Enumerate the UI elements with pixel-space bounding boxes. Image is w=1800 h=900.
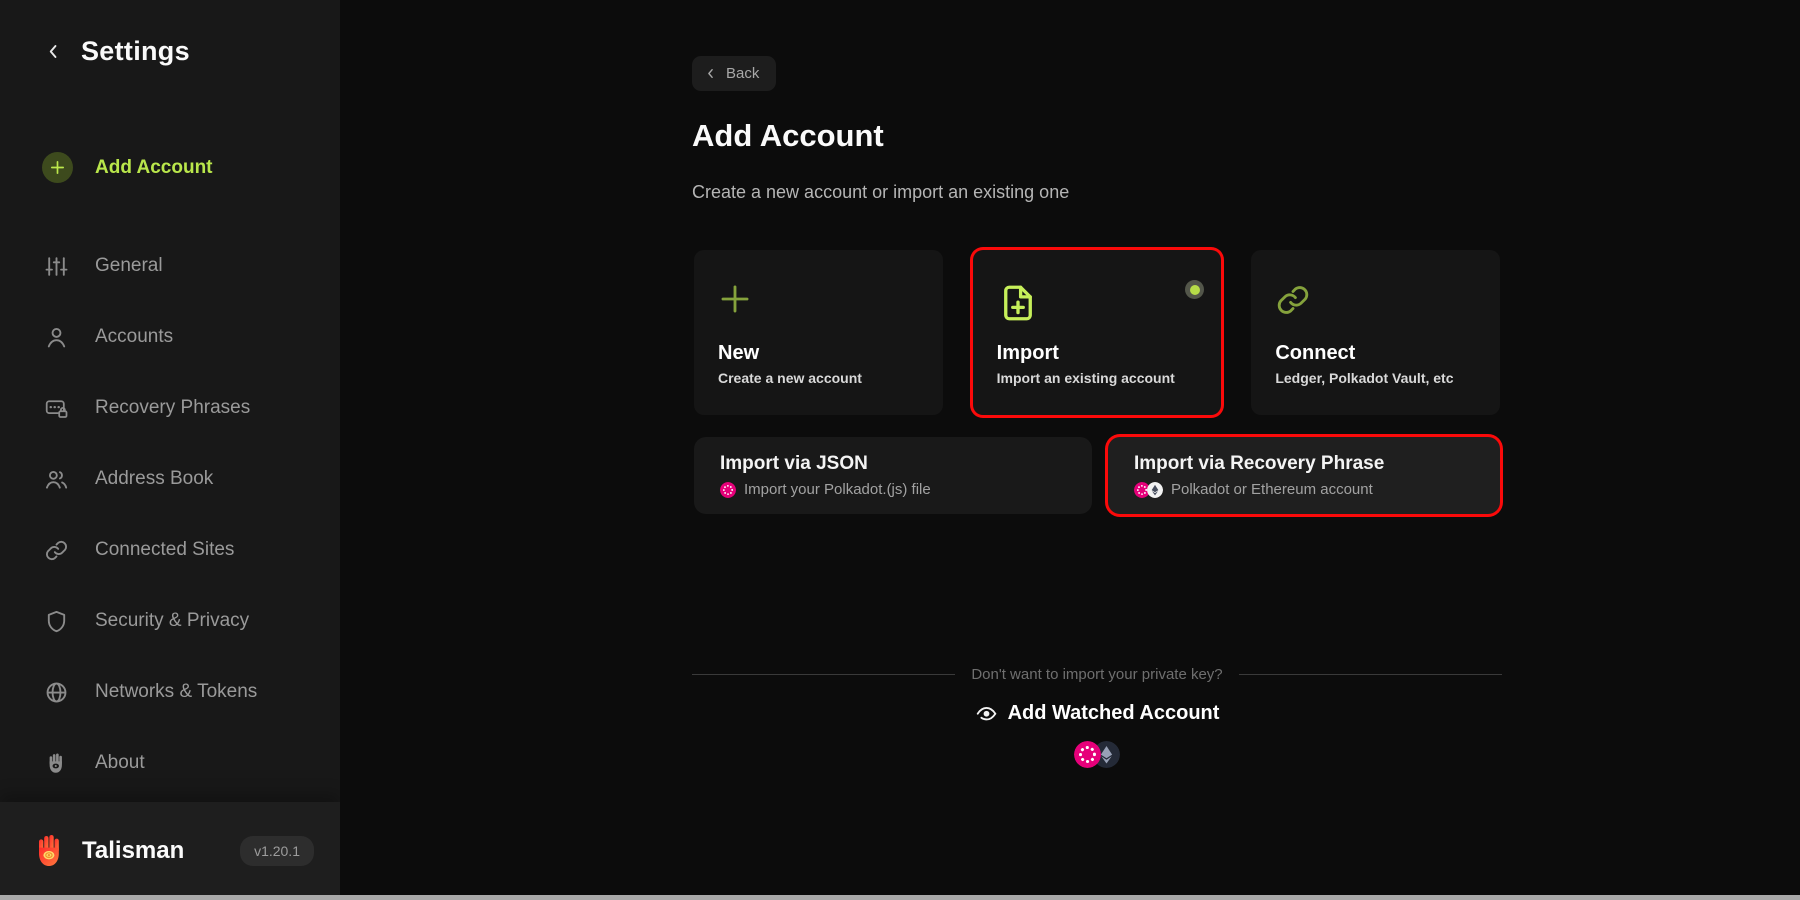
- sidebar-item-accounts[interactable]: Accounts: [44, 322, 257, 352]
- card-subtitle: Import an existing account: [997, 370, 1204, 386]
- sidebar-item-label: About: [95, 752, 145, 774]
- sidebar-item-about[interactable]: About: [44, 748, 257, 778]
- sidebar-item-label: Connected Sites: [95, 539, 234, 561]
- sidebar-item-label: Accounts: [95, 326, 173, 348]
- button-title: Import via Recovery Phrase: [1134, 453, 1384, 475]
- eye-icon: [975, 702, 998, 725]
- sidebar-item-security-privacy[interactable]: Security & Privacy: [44, 606, 257, 636]
- sidebar-menu: General Accounts Recovery Phrases Addres…: [44, 251, 257, 778]
- polkadot-icon: [1074, 741, 1101, 768]
- plus-icon: [718, 282, 925, 330]
- scrollbar-thumb[interactable]: [0, 895, 1800, 900]
- recovery-phrase-icon: [44, 396, 69, 421]
- sidebar-header: Settings: [44, 36, 190, 67]
- user-icon: [44, 325, 69, 350]
- add-watched-account-label: Add Watched Account: [1008, 702, 1220, 725]
- users-icon: [44, 467, 69, 492]
- card-title: New: [718, 342, 925, 365]
- card-new-account[interactable]: New Create a new account: [694, 250, 943, 415]
- ethereum-icon: [1147, 482, 1163, 498]
- sliders-icon: [44, 254, 69, 279]
- account-method-cards: New Create a new account Import Import a…: [694, 250, 1500, 415]
- supported-networks-icons: [692, 741, 1502, 768]
- sidebar: Settings Add Account General Accounts: [0, 0, 340, 900]
- page-subtitle: Create a new account or import an existi…: [692, 182, 1069, 203]
- divider-line: [692, 674, 955, 675]
- horizontal-scrollbar[interactable]: [0, 895, 1800, 900]
- import-via-json-button[interactable]: Import via JSON Import your Polkadot.(js…: [694, 437, 1092, 514]
- add-watched-account-button[interactable]: Add Watched Account: [692, 702, 1502, 725]
- card-subtitle: Ledger, Polkadot Vault, etc: [1275, 370, 1482, 386]
- shield-icon: [44, 609, 69, 634]
- brand-name: Talisman: [82, 837, 184, 865]
- chevron-left-icon: [704, 67, 717, 80]
- version-badge: v1.20.1: [240, 836, 314, 866]
- talisman-hand-icon: [44, 751, 69, 776]
- sidebar-item-label: General: [95, 255, 163, 277]
- card-title: Import: [997, 342, 1204, 365]
- sidebar-item-address-book[interactable]: Address Book: [44, 464, 257, 494]
- divider-text: Don't want to import your private key?: [971, 666, 1222, 683]
- sidebar-item-recovery-phrases[interactable]: Recovery Phrases: [44, 393, 257, 423]
- polkadot-icon: [720, 482, 736, 498]
- sidebar-item-label: Networks & Tokens: [95, 681, 257, 703]
- import-via-recovery-phrase-button[interactable]: Import via Recovery Phrase Polkadot or E…: [1108, 437, 1500, 514]
- globe-icon: [44, 680, 69, 705]
- divider-row: Don't want to import your private key?: [692, 666, 1502, 683]
- back-button-label: Back: [726, 65, 759, 82]
- sidebar-footer: Talisman v1.20.1: [0, 802, 340, 900]
- card-subtitle: Create a new account: [718, 370, 925, 386]
- button-subtitle-text: Import your Polkadot.(js) file: [744, 481, 931, 498]
- sidebar-item-label: Security & Privacy: [95, 610, 249, 632]
- sidebar-item-connected-sites[interactable]: Connected Sites: [44, 535, 257, 565]
- settings-title: Settings: [81, 36, 190, 67]
- button-subtitle: Polkadot or Ethereum account: [1134, 481, 1373, 498]
- button-subtitle-text: Polkadot or Ethereum account: [1171, 481, 1373, 498]
- sidebar-item-label: Address Book: [95, 468, 213, 490]
- sidebar-item-add-account[interactable]: Add Account: [42, 152, 213, 183]
- back-chevron-icon[interactable]: [44, 42, 63, 61]
- card-title: Connect: [1275, 342, 1482, 365]
- card-import-account[interactable]: Import Import an existing account: [973, 250, 1222, 415]
- file-plus-icon: [997, 282, 1204, 330]
- page-title: Add Account: [692, 118, 884, 154]
- sidebar-item-label: Recovery Phrases: [95, 397, 250, 419]
- link-icon: [44, 538, 69, 563]
- card-connect-account[interactable]: Connect Ledger, Polkadot Vault, etc: [1251, 250, 1500, 415]
- button-title: Import via JSON: [720, 453, 868, 475]
- divider-line: [1239, 674, 1502, 675]
- sidebar-item-general[interactable]: General: [44, 251, 257, 281]
- add-account-page: Back Add Account Create a new account or…: [340, 0, 1800, 900]
- import-options-row: Import via JSON Import your Polkadot.(js…: [694, 437, 1500, 514]
- button-subtitle: Import your Polkadot.(js) file: [720, 481, 931, 498]
- talisman-logo-icon: [30, 831, 70, 871]
- plus-icon: [42, 152, 73, 183]
- add-account-label: Add Account: [95, 157, 213, 179]
- back-button[interactable]: Back: [692, 56, 776, 91]
- link-icon: [1275, 282, 1482, 330]
- sidebar-item-networks-tokens[interactable]: Networks & Tokens: [44, 677, 257, 707]
